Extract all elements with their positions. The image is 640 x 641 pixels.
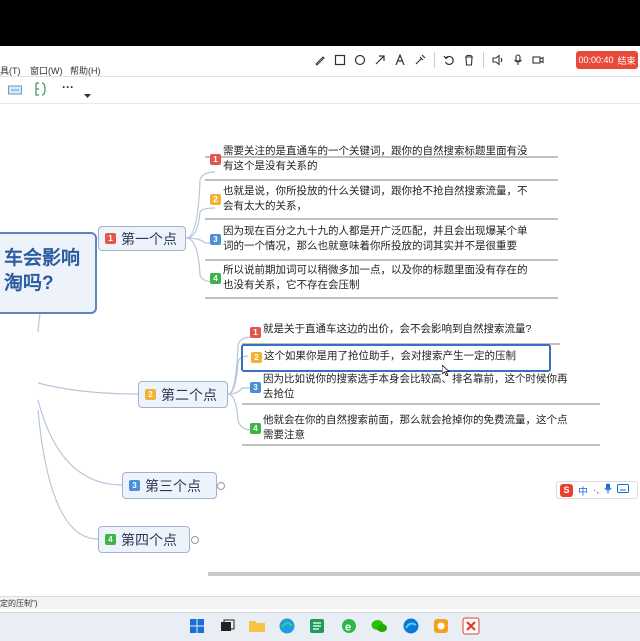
subtopic-text-line: 会有太大的关系， [223,200,307,212]
subtopic-text-line: 需要关注的是直通车的一个关键词，跟你的自然搜索标题里面有没 [223,145,528,157]
sogou-logo-icon: S [560,483,573,497]
central-topic-line-1: 车会影响 [4,248,81,269]
topic-label: 第二个点 [161,386,217,403]
wechat-icon[interactable] [370,617,388,635]
subtopic-2-2-selected[interactable]: 2 这个如果你是用了抢位助手，会对搜索产生一定的压制 [241,344,551,372]
priority-badge: 4 [210,273,221,284]
subtopic-text-line: 也没有关系，它不存在会压制 [223,279,360,291]
priority-badge: 4 [105,534,116,545]
subtopic-text-line: 因为现在百分之九十九的人都是开广泛匹配，并且会出现爆某个单 [223,225,528,237]
subtopic-text-line: 就是关于直通车这边的出价，会不会影响到自然搜索流量? [263,323,532,335]
xmind-icon[interactable] [462,617,480,635]
mindmap-connectors [37,156,600,540]
subtopic-1-2[interactable]: 2 也就是说，你所投放的什么关键词，跟你抢不抢自然搜索流量，不 会有太大的关系， [210,184,560,214]
subtopic-2-1[interactable]: 1 就是关于直通车这边的出价，会不会影响到自然搜索流量? [250,322,570,338]
subtopic-text-line: 也就是说，你所投放的什么关键词，跟你抢不抢自然搜索流量，不 [223,185,528,197]
topic-label: 第四个点 [121,531,177,548]
subtopic-text-line: 这个如果你是用了抢位助手，会对搜索产生一定的压制 [264,350,516,362]
priority-badge: 3 [250,382,261,393]
priority-badge: 2 [210,194,221,205]
green-app-icon[interactable] [308,617,326,635]
topic-4[interactable]: 4 第四个点 [98,526,190,553]
topic-2[interactable]: 2 第二个点 [138,381,228,408]
priority-badge: 3 [210,234,221,245]
status-bar: 定的压制") [0,596,640,609]
topic-1[interactable]: 1 第一个点 [98,226,186,251]
priority-badge: 1 [210,154,221,165]
orange-app-icon[interactable] [432,617,450,635]
topic-label: 第一个点 [121,230,177,247]
priority-badge: 1 [105,233,116,244]
subtopic-1-1[interactable]: 1 需要关注的是直通车的一个关键词，跟你的自然搜索标题里面有没 有这个是没有关系… [210,144,560,174]
subtopic-text-line: 有这个是没有关系的 [223,160,318,172]
subtopic-text-line: 需要注意 [263,429,305,441]
subtopic-2-3[interactable]: 3 因为比如说你的搜索选手本身会比较高、排名靠前，这个时候你再 去抢位 [250,372,602,402]
central-topic[interactable]: 车会影响 淘吗? [0,232,97,314]
subtopic-text-line: 去抢位 [263,388,295,400]
horizontal-scrollbar[interactable] [208,572,640,576]
microphone-icon[interactable] [604,483,612,497]
topic-3[interactable]: 3 第三个点 [122,472,217,499]
svg-text:e: e [345,622,351,634]
ie-browser-icon[interactable]: e [340,617,358,635]
subtopic-text-line: 因为比如说你的搜索选手本身会比较高、排名靠前，这个时候你再 [263,373,568,385]
priority-badge: 1 [250,327,261,338]
subtopic-text-line: 他就会在你的自然搜索前面，那么就会抢掉你的免费流量，这个点 [263,414,568,426]
priority-badge: 2 [251,352,262,363]
subtopic-text-line: 词的一个情况，那么也就意味着你所投放的词其实并不是很重要 [223,240,517,252]
priority-badge: 4 [250,423,261,434]
subtopic-text-line: 所以说前期加词可以稍微多加一点，以及你的标题里面没有存在的 [223,264,528,276]
priority-badge: 2 [145,389,156,400]
status-text: 定的压制") [0,599,38,608]
taskview-icon[interactable] [218,617,236,635]
edge-browser-icon[interactable] [278,617,296,635]
file-explorer-icon[interactable] [248,617,266,635]
priority-badge: 3 [129,480,140,491]
expand-toggle-icon[interactable] [217,482,225,490]
subtopic-1-3[interactable]: 3 因为现在百分之九十九的人都是开广泛匹配，并且会出现爆某个单 词的一个情况，那… [210,224,560,254]
keyboard-icon[interactable] [617,484,630,496]
windows-start-icon[interactable] [188,617,206,635]
punctuation-icon[interactable]: ·, [593,485,599,496]
expand-toggle-icon[interactable] [191,536,199,544]
subtopic-2-4[interactable]: 4 他就会在你的自然搜索前面，那么就会抢掉你的免费流量，这个点 需要注意 [250,413,602,443]
subtopic-1-4[interactable]: 4 所以说前期加词可以稍微多加一点，以及你的标题里面没有存在的 也没有关系，它不… [210,263,560,293]
topic-label: 第三个点 [145,477,201,494]
ime-mode-label[interactable]: 中 [578,483,588,498]
edge-alt-icon[interactable] [402,617,420,635]
central-topic-line-2: 淘吗? [4,273,54,294]
ime-toolbar[interactable]: S 中 ·, [556,481,638,499]
